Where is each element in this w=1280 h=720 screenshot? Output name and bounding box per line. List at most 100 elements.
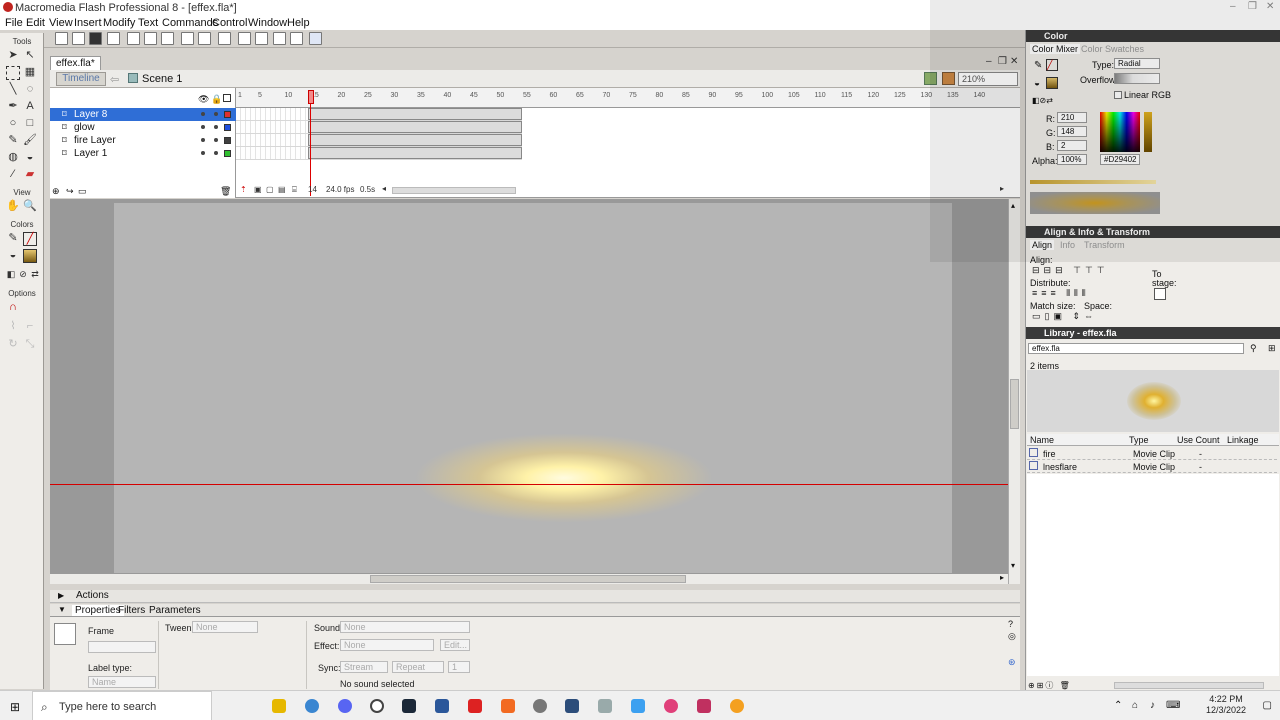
- fill-bucket-icon[interactable]: ◒: [1034, 78, 1040, 89]
- media-icon[interactable]: [697, 699, 711, 713]
- stroke-swatch-none[interactable]: ╱: [1046, 59, 1058, 71]
- scroll-right-icon[interactable]: ▸: [1000, 573, 1004, 582]
- playhead[interactable]: [308, 90, 314, 196]
- library-panel-header[interactable]: Library - effex.fla: [1026, 327, 1280, 339]
- stage-vertical-scrollbar[interactable]: ▴ ▾: [1008, 199, 1020, 584]
- type-select[interactable]: Radial: [1114, 58, 1160, 69]
- tab-info[interactable]: Info: [1060, 240, 1075, 250]
- r-input[interactable]: 210: [1057, 112, 1087, 123]
- maximize-button[interactable]: ❐: [1248, 1, 1257, 12]
- tab-transform[interactable]: Transform: [1084, 240, 1125, 250]
- stroke-pencil-icon[interactable]: ✎: [1034, 60, 1042, 71]
- timeline-scroll-left[interactable]: ◂: [382, 184, 386, 193]
- lock-dot[interactable]: [214, 138, 218, 142]
- layer-row[interactable]: ⌑ glow: [50, 121, 236, 134]
- fill-swatch[interactable]: [23, 249, 37, 263]
- smooth-icon[interactable]: [238, 32, 251, 45]
- visibility-dot[interactable]: [201, 112, 205, 116]
- pen-tool-icon[interactable]: ✒: [6, 100, 20, 114]
- library-item[interactable]: fire Movie Clip -: [1027, 447, 1277, 460]
- visibility-dot[interactable]: [201, 151, 205, 155]
- horizon-red-line[interactable]: [50, 484, 1010, 485]
- expand-arrow-icon[interactable]: ▶: [58, 590, 64, 602]
- onion-skin-icon[interactable]: ▣: [254, 185, 262, 194]
- minimize-button[interactable]: –: [1230, 1, 1236, 12]
- rectangle-tool-icon[interactable]: □: [23, 117, 37, 131]
- paste-icon[interactable]: [161, 32, 174, 45]
- osu-icon[interactable]: [664, 699, 678, 713]
- frame-span[interactable]: [308, 147, 522, 159]
- library-document-select[interactable]: effex.fla: [1028, 343, 1244, 354]
- windows-start-icon[interactable]: ⊞: [10, 700, 20, 714]
- doc-close-button[interactable]: ✕: [1010, 56, 1018, 67]
- layer-color-swatch[interactable]: [224, 137, 231, 144]
- linear-rgb-checkbox[interactable]: [1114, 91, 1122, 99]
- edit-button[interactable]: Edit...: [440, 639, 470, 651]
- visibility-dot[interactable]: [201, 125, 205, 129]
- frame-row[interactable]: [236, 147, 522, 160]
- add-layer-icon[interactable]: ⊕: [52, 186, 60, 197]
- close-button[interactable]: ✕: [1266, 1, 1274, 12]
- repeat-select[interactable]: Repeat: [392, 661, 444, 673]
- taskbar-clock[interactable]: 4:22 PM 12/3/2022: [1206, 694, 1246, 716]
- fill-transform-tool-icon[interactable]: ▦: [23, 66, 37, 80]
- eyedropper-tool-icon[interactable]: ⁄: [6, 168, 20, 182]
- tab-color-swatches[interactable]: Color Swatches: [1081, 44, 1144, 54]
- col-use-count[interactable]: Use Count: [1177, 435, 1220, 445]
- frame-span[interactable]: [308, 108, 522, 120]
- frame-ruler[interactable]: 1 5 10 15 20 25 30 35 40 45 50 55 60 65 70 75 80 85 90 95 10…: [236, 88, 1020, 108]
- stroke-color-icon[interactable]: ✎: [6, 232, 20, 246]
- align-panel-header[interactable]: Align & Info & Transform: [1026, 226, 1280, 238]
- frame-row[interactable]: [236, 108, 522, 121]
- menu-modify[interactable]: Modify: [103, 17, 135, 29]
- copy-icon[interactable]: [144, 32, 157, 45]
- mixer-small-icons[interactable]: ◧⊘⇄: [1032, 96, 1053, 105]
- snap-to-objects-icon[interactable]: ∩: [6, 301, 20, 315]
- menu-window[interactable]: Window: [248, 17, 287, 29]
- rotate-icon[interactable]: [273, 32, 286, 45]
- document-tab[interactable]: effex.fla*: [50, 56, 101, 70]
- zoom-select[interactable]: 210%: [958, 72, 1018, 86]
- stroke-swatch[interactable]: ╱: [23, 232, 37, 246]
- scroll-up-icon[interactable]: ▴: [1011, 201, 1015, 210]
- outline-icon[interactable]: [223, 94, 231, 102]
- effect-select[interactable]: None: [340, 639, 434, 651]
- tab-properties[interactable]: Properties: [72, 605, 124, 616]
- stage-horizontal-scrollbar[interactable]: ▸: [50, 573, 1008, 584]
- layer-color-swatch[interactable]: [224, 150, 231, 157]
- tab-align[interactable]: Align: [1030, 240, 1055, 250]
- hscroll-thumb[interactable]: [370, 575, 686, 583]
- text-tool-icon[interactable]: A: [23, 100, 37, 114]
- lens-flare-glow[interactable]: [414, 433, 714, 523]
- lock-dot[interactable]: [214, 151, 218, 155]
- undo-icon[interactable]: [181, 32, 194, 45]
- tab-color-mixer[interactable]: Color Mixer: [1030, 44, 1081, 54]
- new-library-panel-icon[interactable]: ⊞: [1268, 343, 1276, 354]
- frame-span[interactable]: [308, 121, 522, 133]
- keyboard-icon[interactable]: ⌨: [1166, 700, 1180, 711]
- free-transform-tool-icon[interactable]: [6, 66, 20, 80]
- zoom-tool-icon[interactable]: 🔍: [23, 200, 37, 214]
- distribute-buttons-icon[interactable]: ≡≡≡ ⫴⫴⫴: [1032, 288, 1090, 299]
- timeline-hscroll[interactable]: [392, 187, 516, 194]
- line-tool-icon[interactable]: ╲: [6, 83, 20, 97]
- library-hscroll[interactable]: [1114, 682, 1264, 689]
- center-frame-icon[interactable]: ⇡: [240, 185, 247, 194]
- menu-text[interactable]: Text: [138, 17, 158, 29]
- steam-icon[interactable]: [402, 699, 416, 713]
- save-icon[interactable]: [89, 32, 102, 45]
- volume-icon[interactable]: ♪: [1150, 700, 1155, 711]
- add-guide-layer-icon[interactable]: ↪: [66, 186, 74, 197]
- menu-control[interactable]: Control: [212, 17, 247, 29]
- layer-row[interactable]: ⌑ Layer 8: [50, 108, 236, 121]
- sound-select[interactable]: None: [340, 621, 470, 633]
- clock-app-icon[interactable]: [533, 699, 547, 713]
- timeline-toggle-button[interactable]: Timeline: [56, 72, 106, 86]
- col-type[interactable]: Type: [1129, 435, 1149, 445]
- overflow-select[interactable]: [1114, 73, 1160, 84]
- menu-edit[interactable]: Edit: [26, 17, 45, 29]
- tab-parameters[interactable]: Parameters: [149, 605, 201, 616]
- arrow-tool-icon[interactable]: ➤: [6, 49, 20, 63]
- adobe-icon[interactable]: [501, 699, 515, 713]
- menu-view[interactable]: View: [49, 17, 73, 29]
